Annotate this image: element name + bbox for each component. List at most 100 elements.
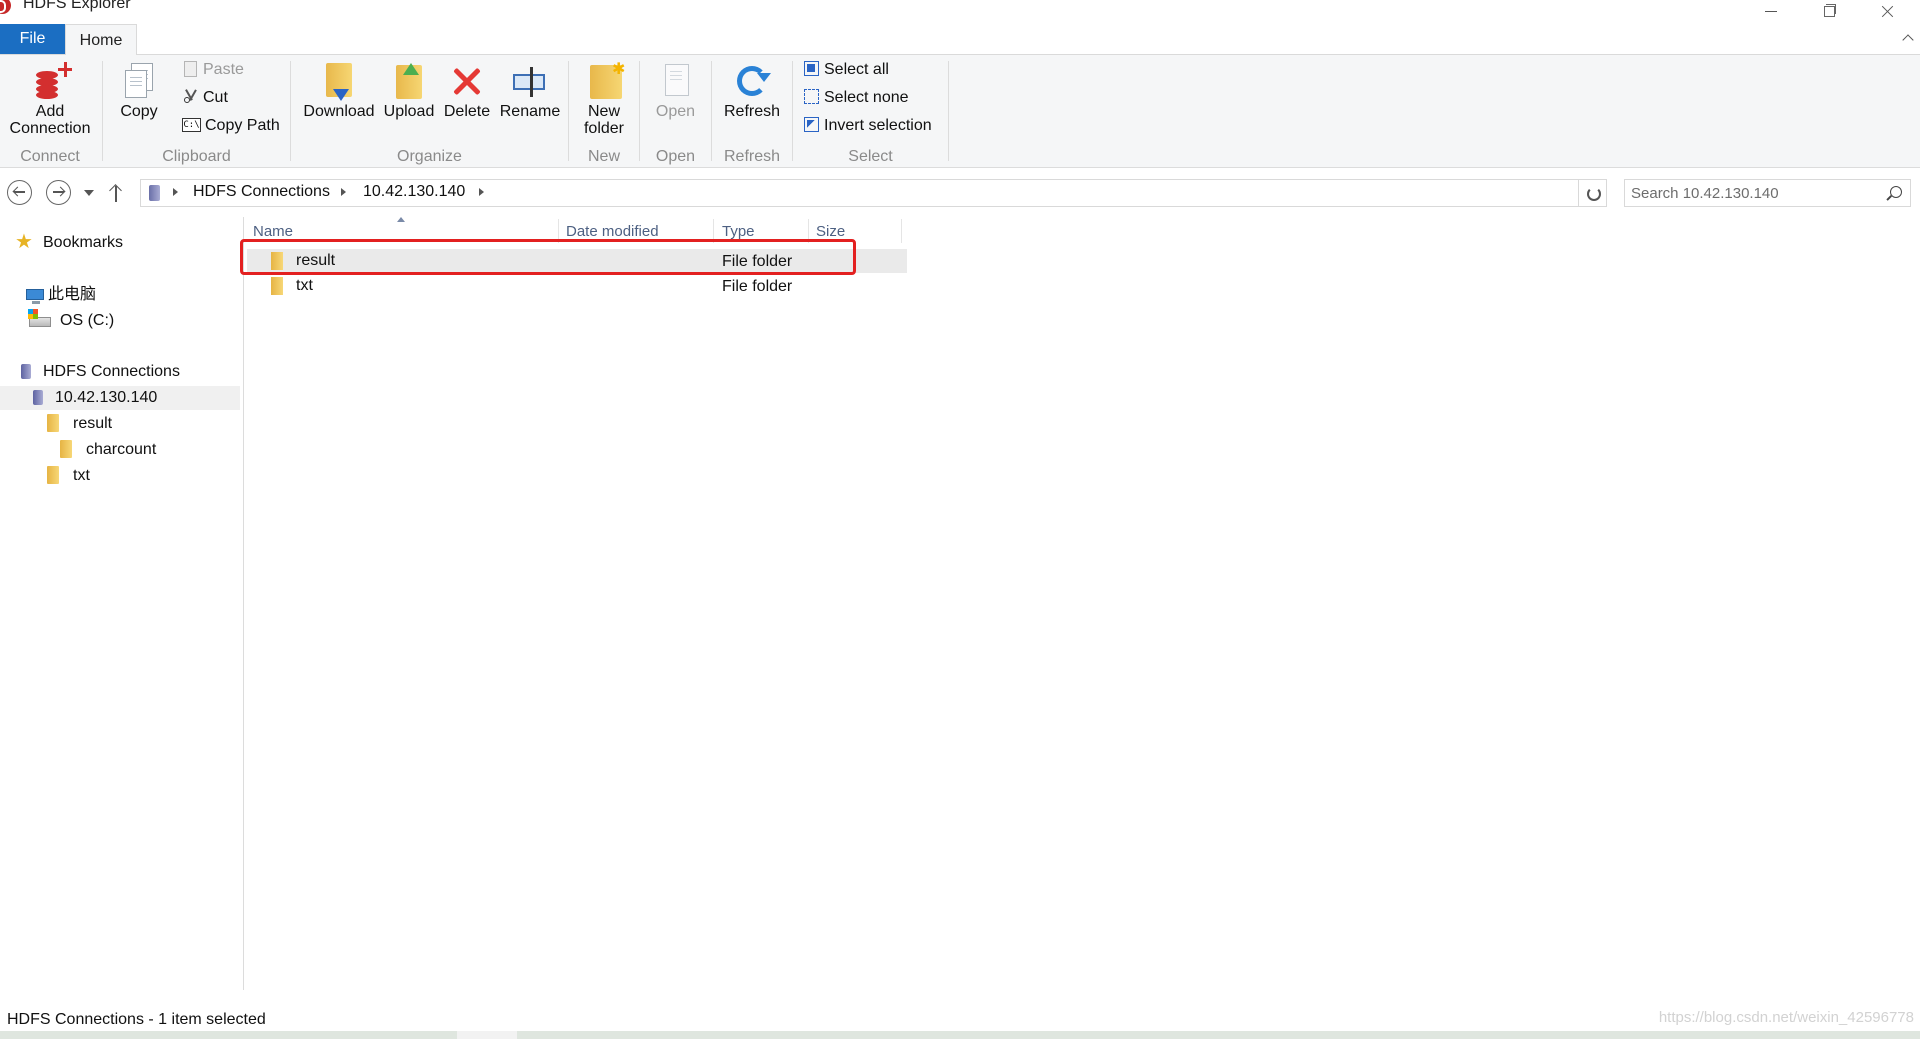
file-row-result[interactable]: result File folder xyxy=(247,249,907,273)
paste-button[interactable]: Paste xyxy=(182,58,244,82)
rename-label: Rename xyxy=(499,103,561,120)
status-text: HDFS Connections - 1 item selected xyxy=(7,1011,266,1028)
column-divider[interactable] xyxy=(558,219,559,243)
group-connect: Add Connection Connect xyxy=(0,55,100,168)
breadcrumb-hdfs-connections[interactable]: HDFS Connections xyxy=(193,183,330,201)
download-icon xyxy=(319,61,359,101)
sidebar-item-charcount[interactable]: charcount xyxy=(0,438,240,462)
group-clipboard: Copy Paste Cut C:\ Copy Path Clipboard xyxy=(103,55,290,168)
sidebar-item-label: OS (C:) xyxy=(60,312,115,329)
select-none-button[interactable]: Select none xyxy=(803,86,909,110)
group-clipboard-label: Clipboard xyxy=(162,148,231,165)
copy-path-button[interactable]: C:\ Copy Path xyxy=(182,114,280,138)
forward-arrow-icon[interactable] xyxy=(46,180,71,205)
sidebar-item-label: 10.42.130.140 xyxy=(55,389,158,406)
drive-icon xyxy=(28,309,51,327)
folder-icon xyxy=(60,440,72,458)
database-icon xyxy=(149,185,160,201)
open-label: Open xyxy=(655,103,696,120)
file-name: txt xyxy=(296,277,313,294)
collapse-ribbon-icon[interactable] xyxy=(1902,32,1914,44)
cut-label: Cut xyxy=(203,89,228,106)
sidebar-item-hdfs-connections[interactable]: HDFS Connections xyxy=(0,360,240,384)
sidebar-item-os-drive[interactable]: OS (C:) xyxy=(0,309,240,333)
new-folder-button[interactable]: ✱ New folder xyxy=(574,61,634,137)
group-new: ✱ New folder New xyxy=(569,55,639,168)
sidebar-item-result[interactable]: result xyxy=(0,412,240,436)
delete-icon xyxy=(447,61,487,101)
folder-icon xyxy=(47,466,59,484)
search-icon[interactable] xyxy=(1890,186,1902,198)
navigation-bar: HDFS Connections 10.42.130.140 xyxy=(0,169,1920,217)
window-title: HDFS Explorer xyxy=(23,0,131,12)
column-type[interactable]: Type xyxy=(722,221,802,243)
recent-locations-chevron-icon[interactable] xyxy=(84,190,94,196)
watermark: https://blog.csdn.net/weixin_42596778 xyxy=(1658,1009,1914,1026)
group-open: Open Open xyxy=(640,55,711,168)
breadcrumb-chevron-icon[interactable] xyxy=(479,188,484,196)
breadcrumb-chevron-icon[interactable] xyxy=(173,188,178,196)
star-icon: ★ xyxy=(15,231,33,253)
refresh-button[interactable]: Refresh xyxy=(721,61,783,120)
add-connection-button[interactable]: Add Connection xyxy=(4,61,96,137)
minimize-button[interactable] xyxy=(1759,2,1783,20)
navigation-pane: ★ Bookmarks 此电脑 OS (C:) HDFS Connections… xyxy=(0,217,244,990)
select-none-icon xyxy=(803,88,821,106)
address-bar[interactable]: HDFS Connections 10.42.130.140 xyxy=(140,179,1607,207)
copy-path-label: Copy Path xyxy=(205,117,280,134)
folder-icon xyxy=(271,277,283,295)
column-name[interactable]: Name xyxy=(253,221,553,243)
upload-button[interactable]: Upload xyxy=(381,61,437,120)
download-label: Download xyxy=(303,103,375,120)
column-divider[interactable] xyxy=(713,219,714,243)
add-database-icon xyxy=(30,61,72,101)
computer-icon xyxy=(26,289,44,304)
invert-selection-label: Invert selection xyxy=(824,117,932,134)
scissors-icon xyxy=(182,88,200,106)
select-all-button[interactable]: Select all xyxy=(803,58,889,82)
group-refresh-label: Refresh xyxy=(723,148,781,165)
download-button[interactable]: Download xyxy=(301,61,377,120)
group-select-label: Select xyxy=(848,148,893,165)
column-date-modified[interactable]: Date modified xyxy=(566,221,706,243)
sidebar-item-bookmarks[interactable]: ★ Bookmarks xyxy=(0,231,240,255)
rename-button[interactable]: Rename xyxy=(497,61,563,120)
invert-selection-button[interactable]: Invert selection xyxy=(803,114,932,138)
ribbon-tabs: File Home xyxy=(0,24,1920,56)
up-arrow-icon[interactable] xyxy=(109,183,123,203)
restore-button[interactable] xyxy=(1817,2,1841,20)
group-open-label: Open xyxy=(655,148,696,165)
back-arrow-icon[interactable] xyxy=(7,180,32,205)
column-size[interactable]: Size xyxy=(816,221,886,243)
address-refresh-icon[interactable] xyxy=(1578,180,1606,206)
group-new-label: New xyxy=(587,148,620,165)
column-divider[interactable] xyxy=(901,219,902,243)
select-all-icon xyxy=(803,60,821,78)
title-bar: HDFS Explorer xyxy=(0,0,1920,24)
breadcrumb-host[interactable]: 10.42.130.140 xyxy=(363,183,465,201)
open-file-icon xyxy=(656,61,696,101)
open-button[interactable]: Open xyxy=(648,61,703,120)
search-box[interactable] xyxy=(1624,179,1911,207)
tab-file[interactable]: File xyxy=(0,24,65,54)
column-divider[interactable] xyxy=(808,219,809,243)
sidebar-item-this-pc[interactable]: 此电脑 xyxy=(0,283,240,307)
sidebar-item-label: Bookmarks xyxy=(43,234,124,251)
new-folder-label: New folder xyxy=(583,103,625,137)
tab-home[interactable]: Home xyxy=(65,24,137,56)
search-input[interactable] xyxy=(1625,180,1875,206)
folder-icon xyxy=(47,414,59,432)
sidebar-item-txt[interactable]: txt xyxy=(0,464,240,488)
copy-button[interactable]: Copy xyxy=(115,61,163,120)
cut-button[interactable]: Cut xyxy=(182,86,228,110)
database-icon xyxy=(33,390,43,405)
breadcrumb-chevron-icon[interactable] xyxy=(341,188,346,196)
status-bar: HDFS Connections - 1 item selected xyxy=(0,1011,1920,1031)
delete-button[interactable]: Delete xyxy=(441,61,493,120)
invert-selection-icon xyxy=(803,116,821,134)
file-row-txt[interactable]: txt File folder xyxy=(247,274,907,298)
group-select: Select all Select none Invert selection … xyxy=(793,55,948,168)
close-button[interactable] xyxy=(1875,2,1899,20)
sidebar-item-label: HDFS Connections xyxy=(43,363,180,380)
sidebar-item-host[interactable]: 10.42.130.140 xyxy=(0,386,240,410)
